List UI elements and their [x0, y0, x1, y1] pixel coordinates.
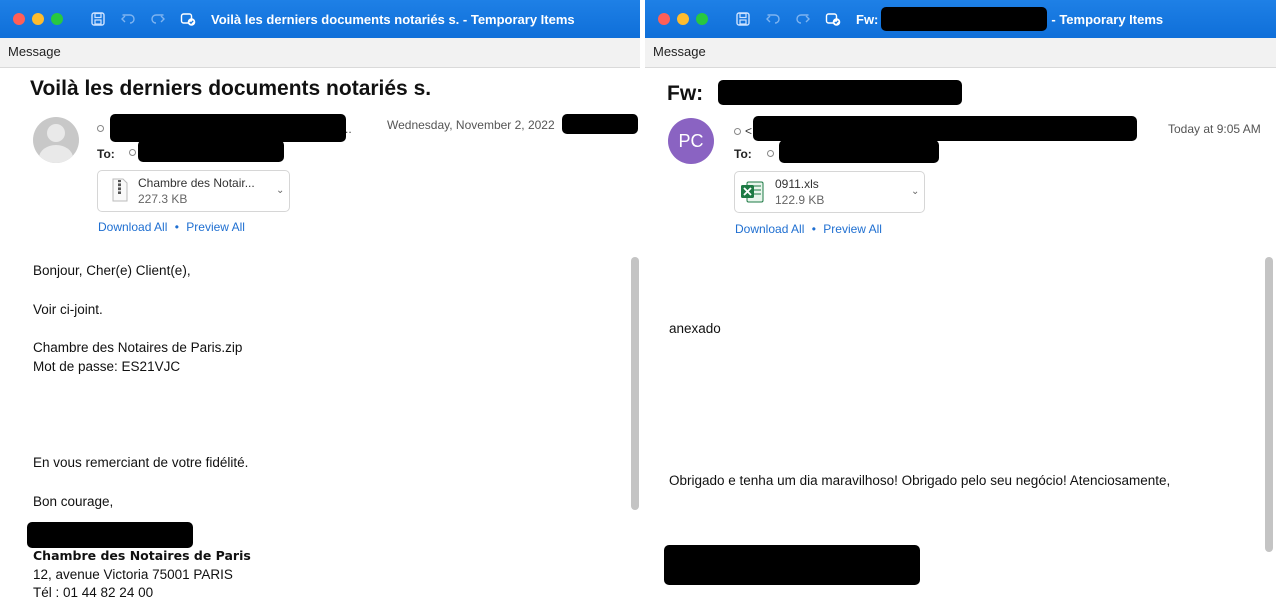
to-label: To: — [734, 147, 752, 161]
message-date: Today at 9:05 AM — [1168, 122, 1261, 136]
to-label: To: — [97, 147, 115, 161]
download-all-link[interactable]: Download All — [735, 222, 804, 236]
redacted-signature-name — [27, 522, 193, 548]
download-all-link[interactable]: Download All — [98, 220, 167, 234]
undo-icon[interactable] — [764, 10, 782, 28]
attachment-name: Chambre des Notair... — [138, 176, 255, 190]
minimize-window-button[interactable] — [32, 13, 44, 25]
redo-icon[interactable] — [149, 10, 167, 28]
recipient-status-icon — [767, 150, 774, 157]
redacted-recipient — [779, 140, 939, 163]
ribbon-tab-label: Message — [8, 44, 61, 59]
redacted-title-subject — [881, 7, 1048, 31]
attachment-actions: Download All • Preview All — [98, 220, 245, 234]
close-window-button[interactable] — [658, 13, 670, 25]
message-date: Wednesday, November 2, 2022 — [387, 118, 555, 132]
ribbon-tab-message[interactable]: Message — [645, 38, 1276, 68]
ribbon-tab-message[interactable]: Message — [0, 38, 640, 68]
redacted-date-detail — [562, 114, 638, 134]
attachment-size: 122.9 KB — [775, 193, 825, 207]
title-bar[interactable]: Fw: - Temporary Items — [645, 0, 1276, 38]
window-title-suffix: - Temporary Items — [1051, 11, 1164, 27]
body-line: anexado — [669, 321, 721, 336]
attachment-name: 0911.xls — [775, 177, 819, 191]
signature-address: 12, avenue Victoria 75001 PARIS — [33, 567, 233, 582]
zip-file-icon — [112, 178, 128, 207]
mail-window-left: Voilà les derniers documents notariés s.… — [0, 0, 640, 602]
chevron-down-icon[interactable]: ⌄ — [911, 186, 919, 197]
body-greeting: Bonjour, Cher(e) Client(e), — [33, 263, 191, 278]
body-line: Bon courage, — [33, 494, 114, 509]
window-title-prefix: Fw: — [856, 11, 879, 27]
sync-icon[interactable] — [824, 10, 842, 28]
mail-window-right: Fw: - Temporary Items Message Fw: PC < T… — [645, 0, 1276, 602]
attachment-size: 227.3 KB — [138, 192, 188, 206]
redacted-signature — [664, 545, 920, 585]
body-line: Voir ci-joint. — [33, 302, 103, 317]
zoom-window-button[interactable] — [51, 13, 63, 25]
save-icon[interactable] — [89, 10, 107, 28]
zoom-window-button[interactable] — [696, 13, 708, 25]
sender-status-icon — [734, 128, 741, 135]
sender-prefix: < — [745, 124, 753, 138]
link-separator: • — [174, 220, 179, 234]
body-line: Chambre des Notaires de Paris.zip — [33, 340, 243, 355]
attachment-card[interactable]: Chambre des Notair... 227.3 KB ⌄ — [97, 170, 290, 212]
message-subject: Fw: — [667, 82, 704, 105]
title-bar[interactable]: Voilà les derniers documents notariés s.… — [0, 0, 640, 38]
excel-file-icon — [739, 179, 765, 210]
link-separator: • — [811, 222, 816, 236]
preview-all-link[interactable]: Preview All — [823, 222, 882, 236]
attachment-card[interactable]: 0911.xls 122.9 KB ⌄ — [734, 171, 925, 213]
sync-icon[interactable] — [179, 10, 197, 28]
body-scrollbar[interactable] — [631, 257, 639, 510]
body-line: Obrigado e tenha um dia maravilhoso! Obr… — [669, 473, 1171, 488]
ribbon-tab-label: Message — [653, 44, 706, 59]
attachment-actions: Download All • Preview All — [735, 222, 882, 236]
redacted-recipient — [138, 140, 284, 162]
redacted-sender — [753, 116, 1137, 141]
close-window-button[interactable] — [13, 13, 25, 25]
undo-icon[interactable] — [119, 10, 137, 28]
window-title: Fw: - Temporary Items — [856, 7, 1163, 31]
window-controls — [658, 13, 708, 25]
message-subject: Voilà les derniers documents notariés s. — [30, 77, 432, 100]
sender-avatar: PC — [668, 118, 714, 164]
window-controls — [13, 13, 63, 25]
body-line: En vous remerciant de votre fidélité. — [33, 455, 249, 470]
minimize-window-button[interactable] — [677, 13, 689, 25]
redo-icon[interactable] — [794, 10, 812, 28]
signature-phone: Tél : 01 44 82 24 00 — [33, 585, 154, 600]
sender-overflow: .. — [345, 122, 352, 136]
redacted-subject — [718, 80, 962, 105]
save-icon[interactable] — [734, 10, 752, 28]
sender-avatar — [33, 117, 79, 163]
chevron-down-icon[interactable]: ⌄ — [276, 185, 284, 196]
body-scrollbar[interactable] — [1265, 257, 1273, 552]
recipient-status-icon — [129, 149, 136, 156]
signature-org: Chambre des Notaires de Paris — [33, 548, 251, 563]
body-line: Mot de passe: ES21VJC — [33, 359, 181, 374]
sender-status-icon — [97, 125, 104, 132]
window-title: Voilà les derniers documents notariés s.… — [211, 11, 575, 27]
redacted-sender — [110, 114, 346, 142]
preview-all-link[interactable]: Preview All — [186, 220, 245, 234]
